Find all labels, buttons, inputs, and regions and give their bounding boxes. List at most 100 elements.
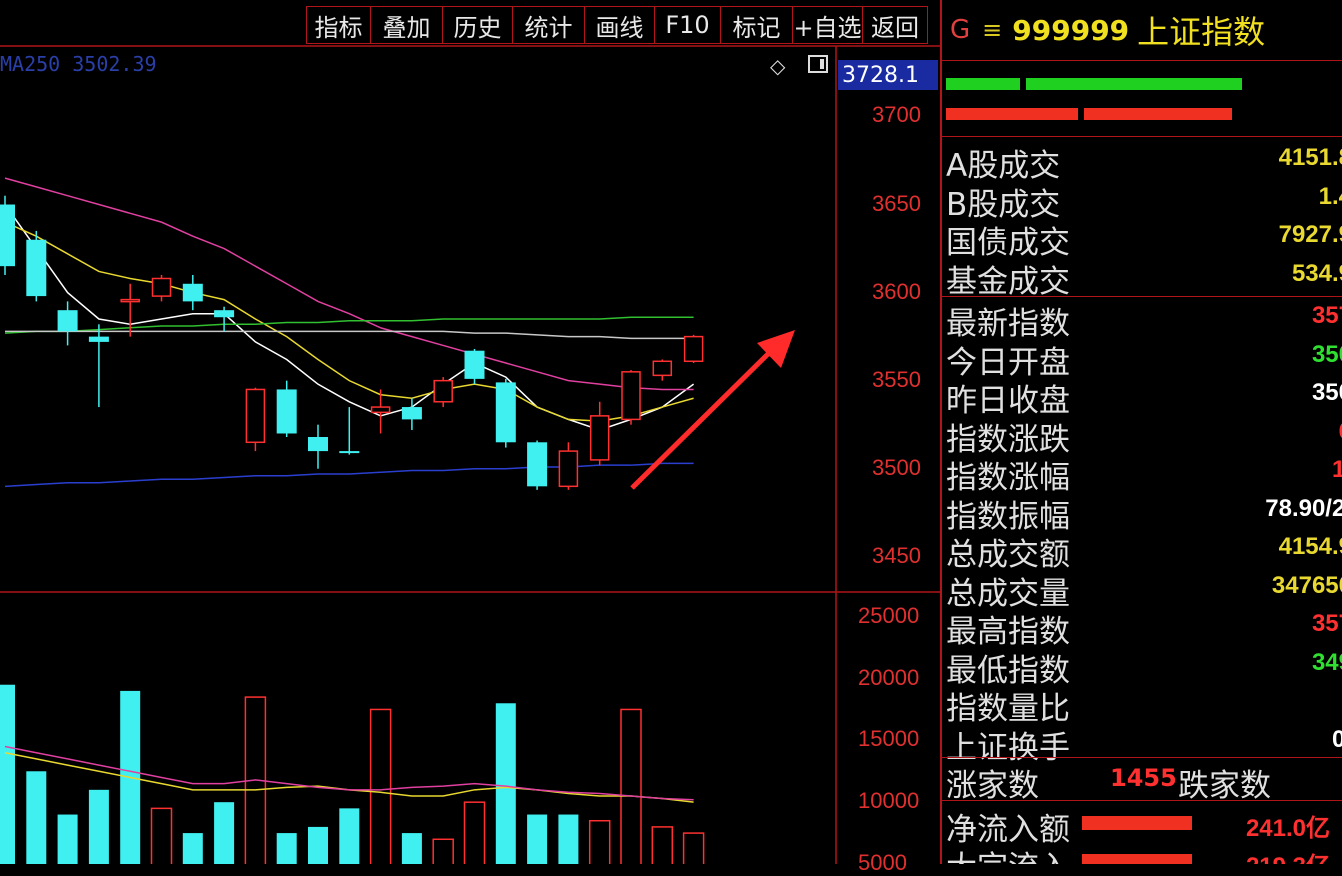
current-price-badge: 3728.1 (838, 60, 938, 90)
candle[interactable] (214, 306, 235, 332)
toolbar-button-4[interactable]: 画线 (584, 6, 654, 44)
volume-bar[interactable] (620, 708, 642, 864)
volume-axis-label: 5000 (858, 850, 907, 875)
quote-row: 指数振幅78.90/2. (942, 491, 1342, 535)
candle[interactable] (558, 442, 579, 490)
ma-line-5 (4, 462, 694, 488)
panel-toggle-icon[interactable] (808, 55, 828, 73)
toolbar-button-3[interactable]: 统计 (512, 6, 584, 44)
candle[interactable] (88, 324, 109, 408)
candle[interactable] (621, 370, 641, 425)
volume-bar[interactable] (527, 814, 548, 864)
volume-axis-label: 10000 (858, 788, 920, 814)
volume-bar[interactable] (495, 703, 516, 864)
quote-row: 最新指数357 (942, 298, 1342, 342)
candle[interactable] (464, 348, 485, 385)
quote-row: 指数涨幅1. (942, 452, 1342, 496)
quote-row-value: 4154.9 (1278, 533, 1342, 560)
candle[interactable] (683, 334, 704, 364)
toolbar-button-1[interactable]: 叠加 (370, 6, 442, 44)
candle[interactable] (0, 195, 15, 275)
price-axis-label: 3450 (872, 542, 921, 568)
diamond-icon[interactable]: ◇ (770, 54, 785, 78)
candle[interactable] (433, 377, 453, 408)
chart-toolbar: 指标 叠加 历史 统计 画线 F10 标记 +自选 返回 (306, 6, 928, 44)
volume-axis-label: 15000 (858, 726, 920, 752)
flow-bar (1082, 816, 1192, 830)
quote-row-value: 78.90/2. (1265, 494, 1342, 522)
volume-bar[interactable] (651, 826, 674, 864)
market-flag: G (950, 15, 971, 45)
price-axis-label: 3600 (872, 278, 921, 304)
quote-row-value: 0. (1332, 726, 1342, 754)
index-name: 上证指数 (1137, 13, 1266, 51)
quote-row: 今日开盘350 (942, 337, 1342, 381)
volume-bar[interactable] (182, 833, 203, 864)
volume-bar[interactable] (558, 814, 579, 864)
quote-row: 国债成交7927.9 (942, 217, 1342, 261)
ma-line-1 (4, 221, 694, 422)
quote-row-value: 350 (1311, 379, 1342, 406)
volume-bar[interactable] (0, 684, 15, 864)
volume-bar[interactable] (57, 814, 78, 864)
volume-bar[interactable] (150, 807, 173, 864)
volume-axis-label: 25000 (858, 602, 920, 628)
candle[interactable] (151, 274, 172, 302)
quote-row: 上证换手0. (942, 722, 1342, 766)
volume-axis-label: 20000 (858, 664, 920, 690)
toolbar-button-8[interactable]: 返回 (862, 6, 928, 44)
candle[interactable] (245, 387, 266, 452)
kline-chart[interactable] (0, 0, 940, 864)
volume-bar[interactable] (463, 801, 486, 864)
candle[interactable] (495, 378, 516, 448)
toolbar-button-6[interactable]: 标记 (720, 6, 792, 44)
quote-row: 昨日收盘350 (942, 375, 1342, 419)
candle[interactable] (339, 407, 360, 455)
quote-row-value: 7927.9 (1278, 221, 1342, 248)
quote-row-value: 349 (1311, 648, 1342, 676)
quote-row: 总成交额4154.9 (942, 529, 1342, 573)
toolbar-button-2[interactable]: 历史 (442, 6, 512, 44)
volume-bar[interactable] (401, 833, 422, 864)
flow-bar (1082, 854, 1192, 864)
candle[interactable] (26, 230, 47, 302)
volume-bar[interactable] (432, 838, 454, 864)
flow-label: 大宗流入 (946, 842, 1070, 864)
quote-row-value: 357 (1311, 302, 1342, 329)
candle[interactable] (308, 424, 328, 469)
candle[interactable] (182, 274, 203, 311)
quote-row-value: 4151.8 (1278, 144, 1342, 171)
volume-bar[interactable] (682, 832, 705, 864)
candle[interactable] (589, 401, 610, 466)
volume-bar[interactable] (214, 802, 235, 864)
quote-row-value: 1.4 (1318, 182, 1342, 210)
volume-bar[interactable] (276, 833, 297, 864)
toolbar-button-7[interactable]: +自选 (792, 6, 862, 44)
volume-bar[interactable] (308, 826, 328, 864)
volume-bar[interactable] (339, 808, 360, 864)
flow-value: 219.3亿 (1246, 846, 1330, 864)
price-axis-label: 3700 (872, 102, 921, 128)
price-axis-label: 3650 (872, 190, 921, 216)
flow-row: 净流入额 241.0亿 (942, 804, 1342, 848)
quote-row: A股成交4151.8 (942, 140, 1342, 184)
ma-line-2 (4, 177, 694, 391)
candle[interactable] (652, 359, 673, 381)
down-count-label: 跌家数 (1178, 768, 1271, 804)
toolbar-button-0[interactable]: 指标 (306, 6, 370, 44)
toolbar-button-5[interactable]: F10 (654, 6, 720, 44)
volume-bar[interactable] (588, 819, 611, 864)
volume-bar[interactable] (369, 708, 392, 864)
menu-icon[interactable]: ≡ (982, 16, 1002, 44)
candle[interactable] (57, 301, 78, 346)
ma250-label: MA250 3502.39 (0, 52, 157, 76)
quote-row-value: 6 (1339, 418, 1342, 446)
quote-row: 指数量比 (942, 683, 1342, 727)
volume-bar[interactable] (26, 771, 47, 864)
volume-bar[interactable] (88, 789, 109, 864)
chart-area[interactable]: 指标 叠加 历史 统计 画线 F10 标记 +自选 返回 MA250 3502.39 ◇ 372… (0, 0, 940, 875)
quote-row: 指数涨跌6 (942, 414, 1342, 458)
candle[interactable] (527, 440, 548, 490)
candle[interactable] (276, 380, 297, 438)
candle[interactable] (401, 398, 422, 430)
